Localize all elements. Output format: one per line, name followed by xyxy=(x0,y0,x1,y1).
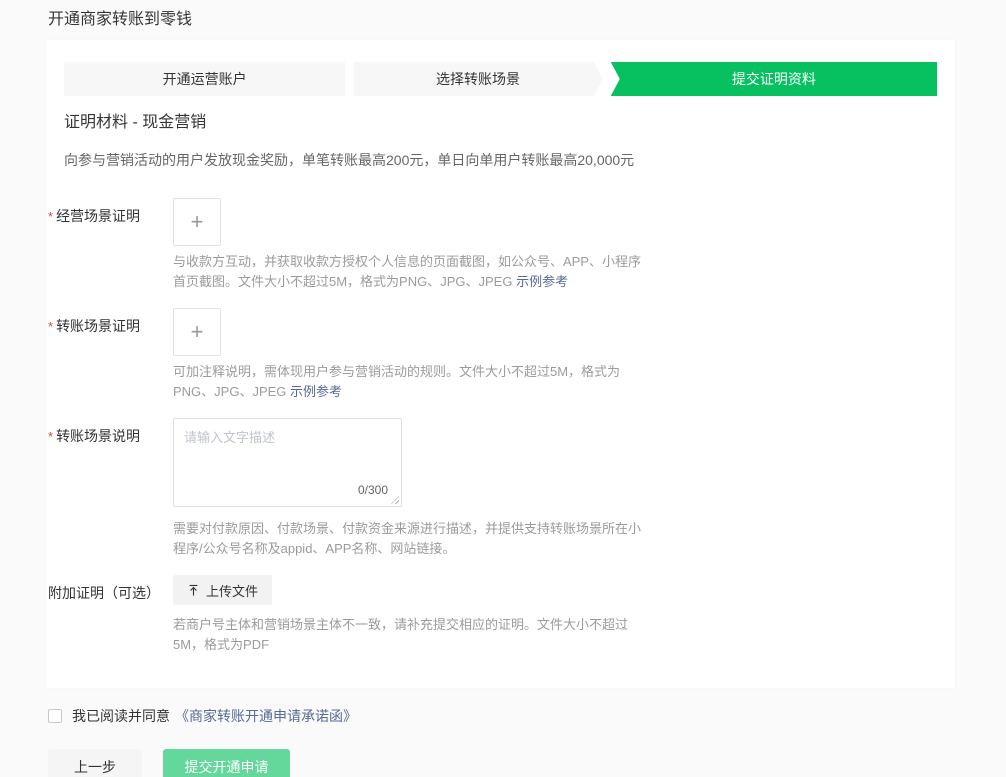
required-asterisk: * xyxy=(48,429,53,444)
section-title: 证明材料 - 现金营销 xyxy=(64,112,937,134)
submit-application-button[interactable]: 提交开通申请 xyxy=(163,749,290,777)
plus-icon: + xyxy=(191,321,204,343)
step-submit-proof-active[interactable]: 提交证明资料 xyxy=(611,62,937,96)
image-upload-box[interactable]: + xyxy=(173,198,221,246)
step-open-operating-account[interactable]: 开通运营账户 xyxy=(64,62,345,96)
field-label: *转账场景证明 xyxy=(48,308,173,402)
field-additional-proof: 附加证明（可选） 上传文件 若商户号主体和营销场景主体不一致，请补充提交相应的证… xyxy=(48,575,955,655)
upload-file-button[interactable]: 上传文件 xyxy=(173,575,272,605)
field-business-scene-proof: *经营场景证明 + 与收款方互动，并获取收款方授权个人信息的页面截图，如公众号、… xyxy=(48,198,955,292)
agreement-checkbox[interactable] xyxy=(48,709,62,723)
proof-form: *经营场景证明 + 与收款方互动，并获取收款方授权个人信息的页面截图，如公众号、… xyxy=(46,198,955,655)
form-card: 开通运营账户 选择转账场景 提交证明资料 证明材料 - 现金营销 向参与营销活动… xyxy=(46,40,955,688)
stepper: 开通运营账户 选择转账场景 提交证明资料 xyxy=(64,62,937,96)
field-transfer-scene-proof: *转账场景证明 + 可加注释说明，需体现用户参与营销活动的规则。文件大小不超过5… xyxy=(48,308,955,402)
field-label: *转账场景说明 xyxy=(48,418,173,559)
upload-icon xyxy=(187,584,200,597)
step-select-transfer-scene[interactable]: 选择转账场景 xyxy=(353,62,602,96)
char-counter: 0/300 xyxy=(358,483,388,497)
field-helper-text: 若商户号主体和营销场景主体不一致，请补充提交相应的证明。文件大小不超过5M，格式… xyxy=(173,615,649,655)
image-upload-box[interactable]: + xyxy=(173,308,221,356)
required-asterisk: * xyxy=(48,209,53,224)
example-reference-link[interactable]: 示例参考 xyxy=(516,274,568,289)
previous-step-button[interactable]: 上一步 xyxy=(48,749,142,777)
step-label: 提交证明资料 xyxy=(732,69,816,89)
field-helper-text: 需要对付款原因、付款场景、付款资金来源进行描述，并提供支持转账场景所在小程序/公… xyxy=(173,519,649,559)
page-title: 开通商家转账到零钱 xyxy=(48,8,1006,32)
field-label: *经营场景证明 xyxy=(48,198,173,292)
step-label: 选择转账场景 xyxy=(436,69,520,89)
agreement-row: 我已阅读并同意 《商家转账开通申请承诺函》 xyxy=(48,706,1006,726)
agreement-letter-link[interactable]: 《商家转账开通申请承诺函》 xyxy=(175,706,357,726)
section-description: 向参与营销活动的用户发放现金奖励，单笔转账最高200元，单日向单用户转账最高20… xyxy=(64,150,937,170)
example-reference-link[interactable]: 示例参考 xyxy=(290,384,342,399)
footer-actions: 上一步 提交开通申请 xyxy=(48,749,1006,777)
step-label: 开通运营账户 xyxy=(163,69,247,89)
field-label: 附加证明（可选） xyxy=(48,575,173,655)
plus-icon: + xyxy=(191,211,204,233)
field-helper-text: 可加注释说明，需体现用户参与营销活动的规则。文件大小不超过5M，格式为PNG、J… xyxy=(173,362,649,402)
field-transfer-scene-description: *转账场景说明 0/300 需要对付款原因、付款场景、付款资金来源进行描述，并提… xyxy=(48,418,955,559)
field-helper-text: 与收款方互动，并获取收款方授权个人信息的页面截图，如公众号、APP、小程序首页截… xyxy=(173,252,649,292)
agreement-text: 我已阅读并同意 xyxy=(72,706,170,726)
required-asterisk: * xyxy=(48,319,53,334)
